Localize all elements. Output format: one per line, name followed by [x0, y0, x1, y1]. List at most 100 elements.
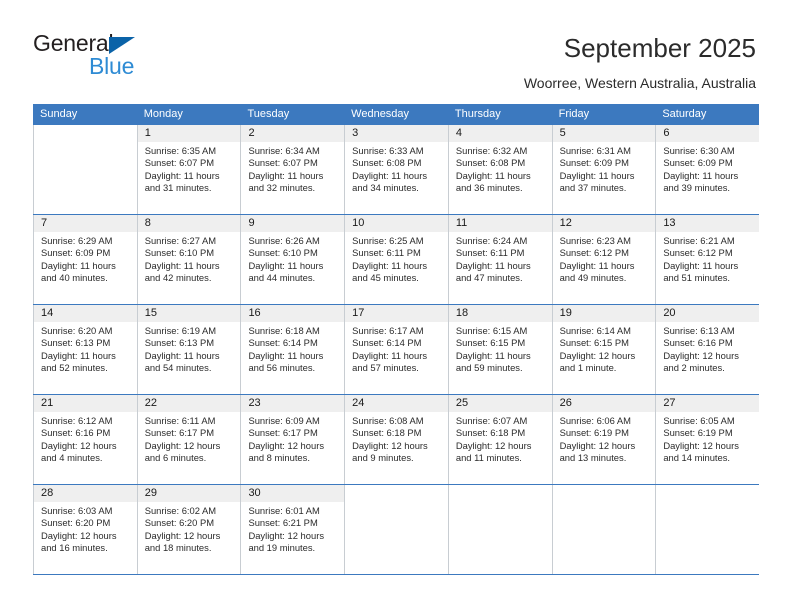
sunset-text: Sunset: 6:15 PM [559, 337, 629, 349]
daylight-text: Daylight: 11 hours and 47 minutes. [455, 259, 531, 284]
sunrise-text: Sunrise: 6:09 AM [248, 415, 320, 426]
calendar-day-cell-empty [655, 485, 760, 574]
calendar-day-cell[interactable]: 16 Sunrise: 6:18 AM Sunset: 6:14 PM Dayligh… [240, 305, 345, 394]
sunset-text: Sunset: 6:19 PM [559, 427, 629, 439]
sunrise-text: Sunrise: 6:23 AM [559, 235, 631, 246]
calendar-day-cell[interactable]: 15 Sunrise: 6:19 AM Sunset: 6:13 PM Dayligh… [136, 305, 241, 394]
day-details: Sunrise: 6:32 AM Sunset: 6:08 PM Daylight:… [449, 142, 552, 195]
sunrise-text: Sunrise: 6:13 AM [663, 325, 735, 336]
day-number: 2 [241, 125, 345, 142]
calendar-day-cell[interactable]: 19 Sunrise: 6:14 AM Sunset: 6:15 PM Dayligh… [551, 305, 656, 394]
calendar-week-row: 28 Sunrise: 6:03 AM Sunset: 6:20 PM Dayligh… [33, 485, 760, 575]
calendar-day-cell[interactable]: 11 Sunrise: 6:24 AM Sunset: 6:11 PM Dayligh… [447, 215, 552, 304]
daylight-text: Daylight: 11 hours and 57 minutes. [352, 349, 428, 374]
calendar-day-cell[interactable]: 30 Sunrise: 6:01 AM Sunset: 6:21 PM Dayligh… [240, 485, 345, 574]
day-number: 14 [34, 305, 137, 322]
calendar-day-cell-empty [447, 485, 552, 574]
daylight-text: Daylight: 12 hours and 2 minutes. [663, 349, 739, 374]
brand-logo[interactable]: General Blue [33, 30, 253, 86]
sunrise-text: Sunrise: 6:31 AM [559, 145, 631, 156]
daylight-text: Daylight: 11 hours and 52 minutes. [41, 349, 116, 374]
calendar-day-cell[interactable]: 5 Sunrise: 6:31 AM Sunset: 6:09 PM Daylight… [551, 125, 656, 214]
day-number: 28 [34, 485, 137, 502]
sunrise-text: Sunrise: 6:05 AM [663, 415, 735, 426]
calendar-day-cell[interactable]: 8 Sunrise: 6:27 AM Sunset: 6:10 PM Daylight… [136, 215, 241, 304]
sunset-text: Sunset: 6:07 PM [248, 157, 318, 169]
day-number [34, 125, 137, 142]
sunrise-text: Sunrise: 6:30 AM [663, 145, 735, 156]
day-details: Sunrise: 6:15 AM Sunset: 6:15 PM Daylight:… [449, 322, 552, 375]
day-details: Sunrise: 6:13 AM Sunset: 6:16 PM Daylight:… [656, 322, 759, 375]
calendar-day-cell[interactable]: 25 Sunrise: 6:07 AM Sunset: 6:18 PM Dayligh… [447, 395, 552, 484]
weekday-header-thursday: Thursday [454, 108, 501, 120]
daylight-text: Daylight: 11 hours and 42 minutes. [144, 259, 220, 284]
day-number: 12 [552, 215, 656, 232]
day-details: Sunrise: 6:27 AM Sunset: 6:10 PM Daylight:… [138, 232, 241, 285]
day-number: 20 [656, 305, 760, 322]
calendar-day-cell[interactable]: 23 Sunrise: 6:09 AM Sunset: 6:17 PM Dayligh… [240, 395, 345, 484]
calendar-day-cell[interactable]: 3 Sunrise: 6:33 AM Sunset: 6:08 PM Daylight… [344, 125, 448, 214]
sunset-text: Sunset: 6:17 PM [248, 427, 318, 439]
daylight-text: Daylight: 11 hours and 45 minutes. [352, 259, 428, 284]
daylight-text: Daylight: 11 hours and 59 minutes. [455, 349, 531, 374]
calendar-day-cell[interactable]: 27 Sunrise: 6:05 AM Sunset: 6:19 PM Dayligh… [655, 395, 760, 484]
sunrise-text: Sunrise: 6:19 AM [144, 325, 217, 336]
sunset-text: Sunset: 6:20 PM [144, 517, 215, 529]
calendar-day-cell[interactable]: 4 Sunrise: 6:32 AM Sunset: 6:08 PM Daylight… [447, 125, 552, 214]
calendar-day-cell[interactable]: 7 Sunrise: 6:29 AM Sunset: 6:09 PM Daylight… [33, 215, 137, 304]
sunset-text: Sunset: 6:10 PM [248, 247, 318, 259]
weekday-header-friday: Friday [558, 108, 590, 120]
calendar-day-cell-empty [344, 485, 448, 574]
sunrise-text: Sunrise: 6:11 AM [144, 415, 216, 426]
calendar-page: General Blue September 2025 Woorree, Wes… [0, 0, 792, 612]
daylight-text: Daylight: 11 hours and 49 minutes. [559, 259, 635, 284]
day-number: 15 [137, 305, 241, 322]
day-number [552, 485, 656, 502]
calendar-day-cell[interactable]: 18 Sunrise: 6:15 AM Sunset: 6:15 PM Dayligh… [447, 305, 552, 394]
day-details: Sunrise: 6:14 AM Sunset: 6:15 PM Daylight:… [553, 322, 656, 375]
calendar-day-cell[interactable]: 28 Sunrise: 6:03 AM Sunset: 6:20 PM Dayligh… [33, 485, 137, 574]
calendar-day-cell[interactable]: 17 Sunrise: 6:17 AM Sunset: 6:14 PM Dayligh… [344, 305, 448, 394]
day-number: 18 [448, 305, 552, 322]
calendar-day-cell[interactable]: 9 Sunrise: 6:26 AM Sunset: 6:10 PM Daylight… [240, 215, 345, 304]
daylight-text: Daylight: 11 hours and 39 minutes. [663, 169, 739, 194]
sunset-text: Sunset: 6:20 PM [41, 517, 111, 529]
calendar-day-cell[interactable]: 26 Sunrise: 6:06 AM Sunset: 6:19 PM Dayligh… [551, 395, 656, 484]
calendar-week-row: 14 Sunrise: 6:20 AM Sunset: 6:13 PM Dayligh… [33, 305, 760, 395]
daylight-text: Daylight: 11 hours and 37 minutes. [559, 169, 635, 194]
day-number: 27 [656, 395, 760, 412]
daylight-text: Daylight: 11 hours and 34 minutes. [352, 169, 428, 194]
calendar-day-cell[interactable]: 24 Sunrise: 6:08 AM Sunset: 6:18 PM Dayligh… [344, 395, 448, 484]
calendar-day-cell[interactable]: 29 Sunrise: 6:02 AM Sunset: 6:20 PM Dayligh… [136, 485, 241, 574]
day-number: 24 [345, 395, 448, 412]
day-details: Sunrise: 6:33 AM Sunset: 6:08 PM Daylight:… [345, 142, 448, 195]
day-details: Sunrise: 6:12 AM Sunset: 6:16 PM Daylight:… [34, 412, 137, 465]
sunset-text: Sunset: 6:07 PM [144, 157, 215, 169]
calendar-day-cell[interactable]: 12 Sunrise: 6:23 AM Sunset: 6:12 PM Dayligh… [551, 215, 656, 304]
calendar-day-cell[interactable]: 14 Sunrise: 6:20 AM Sunset: 6:13 PM Dayligh… [33, 305, 137, 394]
calendar-day-cell-empty [33, 125, 137, 214]
day-number [656, 485, 760, 502]
calendar-day-cell[interactable]: 13 Sunrise: 6:21 AM Sunset: 6:12 PM Dayligh… [655, 215, 760, 304]
calendar-day-cell[interactable]: 22 Sunrise: 6:11 AM Sunset: 6:17 PM Dayligh… [136, 395, 241, 484]
calendar-week-row: 1 Sunrise: 6:35 AM Sunset: 6:07 PM Daylight… [33, 125, 760, 215]
sunset-text: Sunset: 6:13 PM [41, 337, 111, 349]
calendar-day-cell[interactable]: 2 Sunrise: 6:34 AM Sunset: 6:07 PM Daylight… [240, 125, 345, 214]
sunrise-text: Sunrise: 6:20 AM [41, 325, 113, 336]
calendar-day-cell[interactable]: 1 Sunrise: 6:35 AM Sunset: 6:07 PM Daylight… [136, 125, 241, 214]
daylight-text: Daylight: 12 hours and 14 minutes. [663, 439, 739, 464]
sunset-text: Sunset: 6:12 PM [663, 247, 733, 259]
calendar-day-cell[interactable]: 6 Sunrise: 6:30 AM Sunset: 6:09 PM Daylight… [655, 125, 760, 214]
calendar-day-cell[interactable]: 21 Sunrise: 6:12 AM Sunset: 6:16 PM Dayligh… [33, 395, 137, 484]
day-number: 10 [345, 215, 448, 232]
calendar-day-cell[interactable]: 20 Sunrise: 6:13 AM Sunset: 6:16 PM Dayligh… [655, 305, 760, 394]
sunrise-text: Sunrise: 6:02 AM [144, 505, 217, 516]
sunset-text: Sunset: 6:14 PM [352, 337, 422, 349]
day-details: Sunrise: 6:20 AM Sunset: 6:13 PM Daylight:… [34, 322, 137, 375]
day-details: Sunrise: 6:01 AM Sunset: 6:21 PM Daylight:… [241, 502, 344, 555]
calendar-day-cell[interactable]: 10 Sunrise: 6:25 AM Sunset: 6:11 PM Dayligh… [344, 215, 448, 304]
daylight-text: Daylight: 11 hours and 40 minutes. [41, 259, 116, 284]
sunrise-text: Sunrise: 6:24 AM [455, 235, 528, 246]
day-details: Sunrise: 6:05 AM Sunset: 6:19 PM Daylight:… [656, 412, 759, 465]
day-details: Sunrise: 6:08 AM Sunset: 6:18 PM Daylight:… [345, 412, 448, 465]
